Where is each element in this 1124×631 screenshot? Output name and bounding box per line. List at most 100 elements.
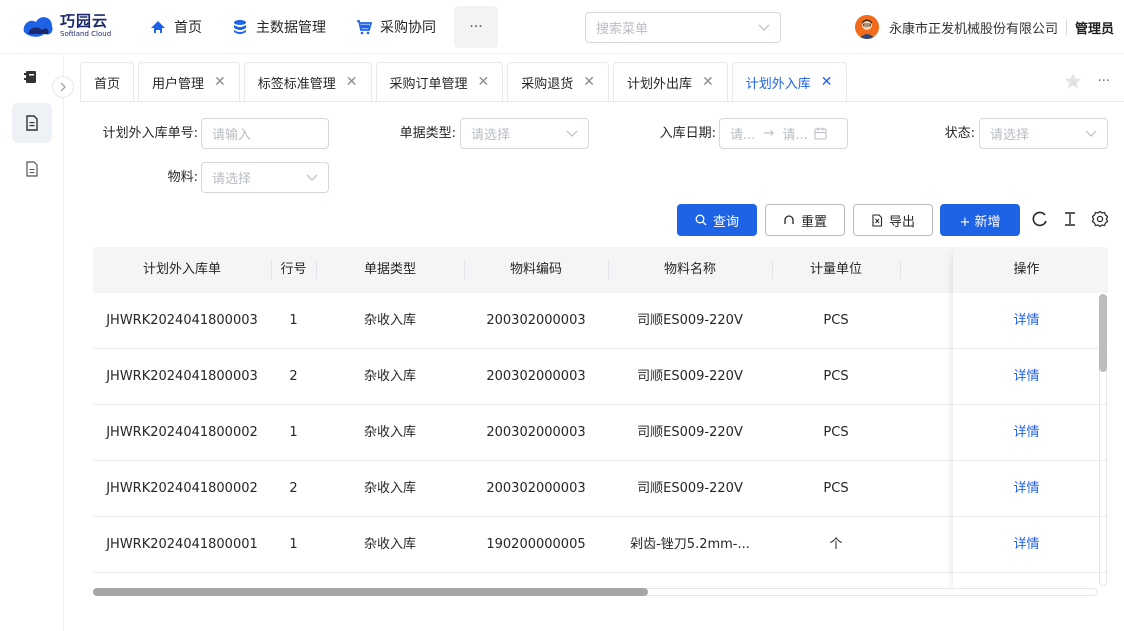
close-icon[interactable]: ✕ [478, 74, 490, 90]
date-label: 入库日期: [659, 126, 716, 141]
date-start[interactable]: 请... [730, 124, 755, 143]
cell-material-code: 200302000003 [486, 481, 586, 496]
top-bar: 巧园云 Softland Cloud 首页 主数据管理 采购协同 ··· 搜索菜… [0, 0, 1124, 54]
expand-sidebar-button[interactable] [52, 76, 74, 98]
column-divider [900, 261, 901, 279]
order-no-input[interactable]: 请输入 [201, 118, 329, 149]
top-nav: 首页 主数据管理 采购协同 ··· [150, 0, 498, 54]
tab-label: 标签标准管理 [257, 76, 336, 92]
tab-tools: ··· [1064, 72, 1110, 90]
nav-item-master-data[interactable]: 主数据管理 [232, 17, 326, 37]
export-file-icon [872, 213, 883, 227]
reset-button[interactable]: 重置 [765, 204, 845, 236]
user-avatar-icon [854, 15, 879, 39]
doc-type-select[interactable]: 请选择 [460, 118, 589, 149]
material-label: 物料: [167, 170, 198, 185]
close-icon[interactable]: ✕ [214, 74, 226, 90]
menu-search-select[interactable]: 搜索菜单 [585, 12, 781, 43]
horizontal-scrollbar-thumb[interactable] [93, 588, 648, 596]
inbound-table: 计划外入库单 行号 单据类型 物料编码 物料名称 计量单位 操作 JHWRK20… [93, 247, 1108, 593]
notebook-icon[interactable] [23, 69, 39, 85]
cell-doc-type: 杂收入库 [363, 537, 416, 552]
home-icon [151, 21, 165, 33]
tab-home[interactable]: 首页 [80, 62, 135, 102]
cell-doc-type: 杂收入库 [363, 369, 416, 384]
close-icon[interactable]: ✕ [583, 74, 595, 90]
tab-label: 首页 [94, 76, 121, 92]
refresh-icon[interactable] [1031, 210, 1049, 228]
tab-label: 计划外出库 [627, 76, 693, 92]
detail-link[interactable]: 详情 [953, 517, 1100, 573]
table-row[interactable]: JHWRK2024041800003 2 杂收入库 200302000003 司… [93, 349, 1108, 405]
tab-divider [80, 101, 1124, 102]
tab-unplanned-outbound[interactable]: 计划外出库 ✕ [613, 62, 728, 102]
table-row[interactable]: JHWRK2024041800002 1 杂收入库 200302000003 司… [93, 405, 1108, 461]
tab-label: 用户管理 [152, 76, 205, 92]
cloud-logo-icon [23, 17, 53, 37]
chevron-right-icon [60, 82, 66, 92]
query-button[interactable]: 查询 [677, 204, 757, 236]
nav-item-home[interactable]: 首页 [150, 17, 202, 37]
brand-name-en: Softland Cloud [60, 30, 112, 38]
vertical-scrollbar-thumb[interactable] [1099, 294, 1107, 372]
cell-material-code: 190200000005 [486, 537, 586, 552]
cell-line-no: 1 [289, 313, 298, 328]
column-header: 物料编码 [509, 262, 562, 277]
detail-link[interactable]: 详情 [953, 461, 1100, 517]
nav-more-button[interactable]: ··· [454, 6, 498, 48]
tab-purchase-order[interactable]: 采购订单管理 ✕ [375, 62, 504, 102]
close-icon[interactable]: ✕ [702, 74, 714, 90]
database-icon [234, 20, 246, 34]
document-icon[interactable] [24, 115, 40, 131]
detail-link[interactable]: 详情 [953, 293, 1100, 349]
close-icon[interactable]: ✕ [821, 74, 833, 90]
brand-logo[interactable]: 巧园云 Softland Cloud [20, 12, 111, 40]
table-row[interactable]: JHWRK2024041800001 1 杂收入库 190200000005 剁… [93, 517, 1108, 573]
menu-search-placeholder: 搜索菜单 [596, 22, 649, 37]
detail-link[interactable]: 详情 [953, 349, 1100, 405]
nav-item-procurement[interactable]: 采购协同 [356, 17, 436, 37]
star-icon[interactable] [1064, 72, 1082, 90]
nav-item-label: 首页 [174, 20, 202, 36]
status-select[interactable]: 请选择 [979, 118, 1108, 149]
detail-link[interactable]: 详情 [953, 405, 1100, 461]
cell-doc-type: 杂收入库 [363, 481, 416, 496]
avatar[interactable] [854, 15, 879, 39]
settings-gear-icon[interactable] [1091, 210, 1109, 228]
chevron-down-icon [1085, 130, 1097, 137]
file-icon[interactable] [24, 161, 40, 177]
cell-doc-type: 杂收入库 [363, 313, 416, 328]
export-label: 导出 [888, 214, 915, 230]
doc-type-label: 单据类型: [399, 126, 456, 141]
date-range-picker[interactable]: 请... → 请... [719, 118, 848, 149]
cell-material-name: 司顺ES009-220V [637, 425, 743, 440]
company-name[interactable]: 永康市正发机械股份有限公司 [889, 18, 1058, 37]
column-height-icon[interactable] [1061, 210, 1079, 228]
cell-material-name: 司顺ES009-220V [637, 481, 743, 496]
cell-material-name: 司顺ES009-220V [637, 313, 743, 328]
material-select[interactable]: 请选择 [201, 162, 329, 193]
tab-unplanned-inbound[interactable]: 计划外入库 ✕ [731, 62, 847, 102]
left-rail [0, 55, 64, 631]
tab-user-management[interactable]: 用户管理 ✕ [138, 62, 240, 102]
tab-label-standard[interactable]: 标签标准管理 ✕ [243, 62, 372, 102]
close-icon[interactable]: ✕ [346, 74, 358, 90]
cell-unit: PCS [823, 313, 849, 328]
tab-label: 采购退货 [521, 76, 574, 92]
status-placeholder: 请选择 [990, 128, 1030, 143]
user-role[interactable]: 管理员 [1075, 18, 1114, 37]
date-end[interactable]: 请... [782, 124, 807, 143]
table-row[interactable]: JHWRK2024041800003 1 杂收入库 200302000003 司… [93, 293, 1108, 349]
tab-purchase-return[interactable]: 采购退货 ✕ [507, 62, 610, 102]
tab-more-button[interactable]: ··· [1098, 74, 1110, 89]
chevron-down-icon [566, 130, 578, 137]
column-header: 物料名称 [663, 262, 716, 277]
table-row[interactable]: JHWRK2024041800002 2 杂收入库 200302000003 司… [93, 461, 1108, 517]
cell-unit: PCS [823, 425, 849, 440]
export-button[interactable]: 导出 [853, 204, 933, 236]
material-placeholder: 请选择 [212, 172, 252, 187]
table-header: 计划外入库单 行号 单据类型 物料编码 物料名称 计量单位 操作 [93, 247, 1108, 293]
cell-doc-no: JHWRK2024041800003 [106, 313, 258, 328]
cell-doc-no: JHWRK2024041800003 [106, 369, 258, 384]
add-button[interactable]: + 新增 [940, 204, 1020, 236]
